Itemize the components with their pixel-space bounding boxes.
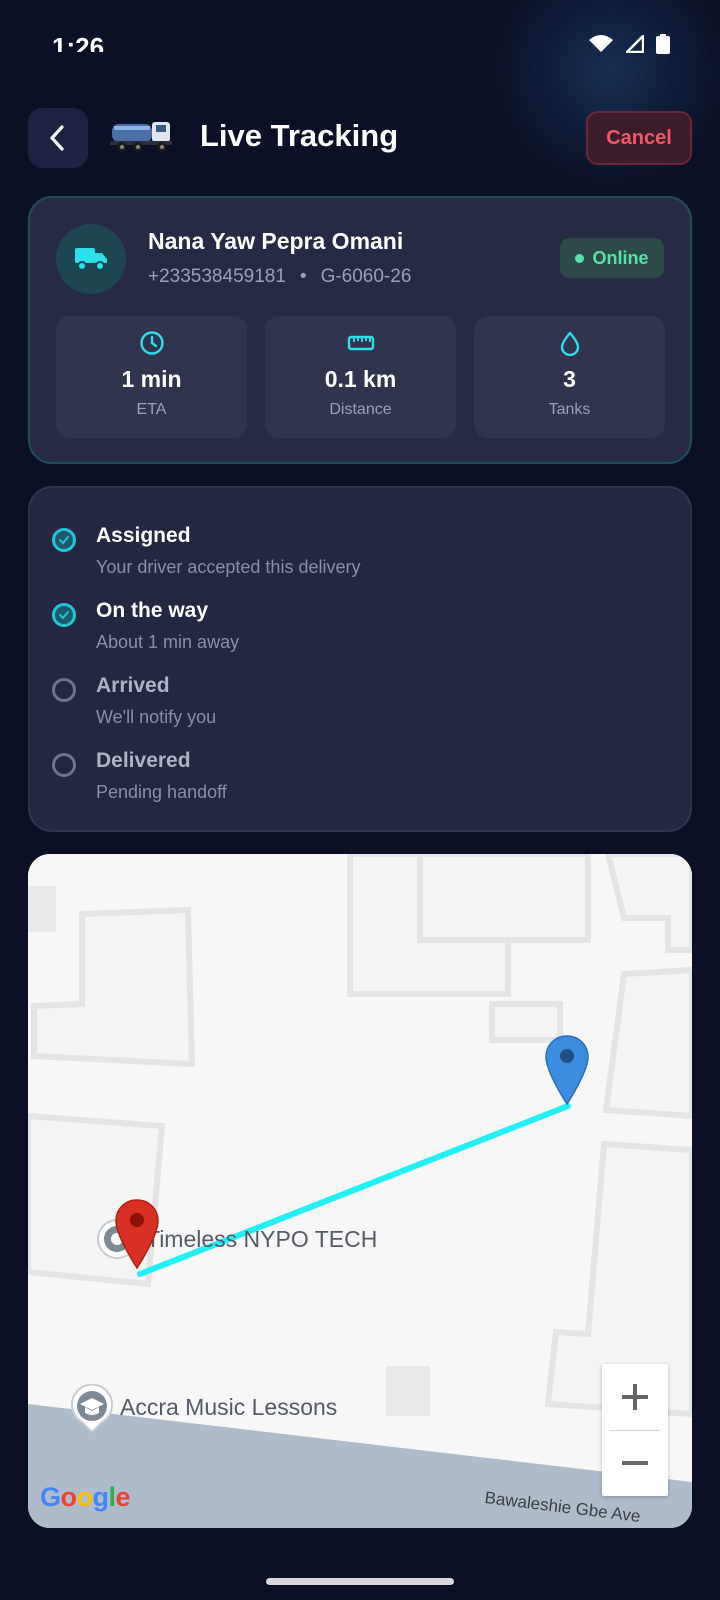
status-time: 1:26 — [52, 32, 105, 52]
clock-icon — [139, 331, 164, 355]
signal-icon — [626, 35, 644, 53]
place-label-nypo[interactable]: Timeless NYPO TECH — [146, 1226, 377, 1253]
status-icons — [588, 34, 670, 54]
step-title: Arrived — [96, 674, 170, 697]
zoom-out-button[interactable] — [602, 1430, 668, 1496]
step-subtitle: Pending handoff — [96, 782, 227, 802]
water-truck-logo — [110, 122, 172, 152]
step-on-the-way: On the way About 1 min away — [50, 597, 670, 657]
stat-label: Tanks — [548, 401, 591, 418]
water-drop-icon — [560, 331, 579, 356]
step-delivered: Delivered Pending handoff — [50, 747, 670, 807]
place-label-music[interactable]: Accra Music Lessons — [120, 1394, 337, 1421]
cancel-button[interactable]: Cancel — [586, 111, 692, 165]
step-subtitle: About 1 min away — [96, 632, 240, 652]
wifi-icon — [589, 35, 613, 52]
status-bar: 1:26 — [0, 0, 720, 80]
back-button[interactable] — [28, 108, 88, 168]
step-title: Assigned — [96, 524, 191, 547]
map-view[interactable]: Timeless NYPO TECH Accra Music Lessons G… — [28, 854, 692, 1528]
status-badge: Online — [560, 238, 664, 278]
empty-circle-icon — [52, 678, 76, 702]
step-assigned: Assigned Your driver accepted this deliv… — [50, 522, 670, 582]
live-tracking-screen: 1:26 Live Tracking Cancel Nana Yaw Pepra… — [0, 0, 720, 1600]
destination-pin-icon[interactable] — [114, 1198, 160, 1270]
stat-value: 3 — [563, 366, 576, 392]
meta-separator: • — [299, 266, 307, 287]
check-circle-icon — [52, 603, 76, 627]
truck-icon — [75, 248, 107, 271]
graduation-cap-icon — [71, 1384, 113, 1434]
ruler-icon — [347, 335, 374, 351]
route-layer — [137, 1103, 571, 1277]
stat-distance: 0.1 km Distance — [265, 316, 456, 438]
step-subtitle: We'll notify you — [96, 707, 217, 727]
home-indicator[interactable] — [266, 1578, 454, 1585]
stats-row: 1 min ETA 0.1 km Distance 3 Tanks — [56, 316, 665, 438]
driver-meta: +233538459181 • G-6060-26 — [148, 266, 411, 288]
online-dot — [575, 253, 585, 263]
google-logo: Google — [40, 1482, 131, 1512]
stat-label: ETA — [136, 401, 167, 418]
driver-phone[interactable]: +233538459181 — [148, 266, 286, 288]
status-badge-label: Online — [592, 247, 649, 268]
driver-card: Nana Yaw Pepra Omani +233538459181 • G-6… — [28, 196, 692, 464]
step-subtitle: Your driver accepted this delivery — [96, 557, 361, 577]
stat-label: Distance — [329, 401, 392, 418]
plus-icon — [622, 1384, 648, 1410]
driver-pin-icon[interactable] — [544, 1034, 590, 1106]
chevron-left-icon — [50, 125, 64, 151]
stat-tanks: 3 Tanks — [474, 316, 665, 438]
battery-icon — [656, 34, 670, 54]
stat-value: 0.1 km — [324, 366, 397, 392]
empty-circle-icon — [52, 753, 76, 777]
header: Live Tracking Cancel — [0, 100, 720, 176]
zoom-in-button[interactable] — [602, 1364, 668, 1430]
vehicle-plate: G-6060-26 — [320, 266, 412, 287]
driver-name: Nana Yaw Pepra Omani — [148, 228, 404, 254]
driver-avatar — [56, 224, 126, 294]
step-title: On the way — [96, 599, 209, 622]
page-title: Live Tracking — [200, 118, 399, 153]
step-arrived: Arrived We'll notify you — [50, 672, 670, 732]
zoom-controls — [602, 1364, 668, 1496]
minus-icon — [622, 1461, 648, 1465]
check-circle-icon — [52, 528, 76, 552]
step-title: Delivered — [96, 749, 191, 772]
stat-eta: 1 min ETA — [56, 316, 247, 438]
delivery-progress: Assigned Your driver accepted this deliv… — [28, 486, 692, 832]
stat-value: 1 min — [121, 366, 182, 392]
